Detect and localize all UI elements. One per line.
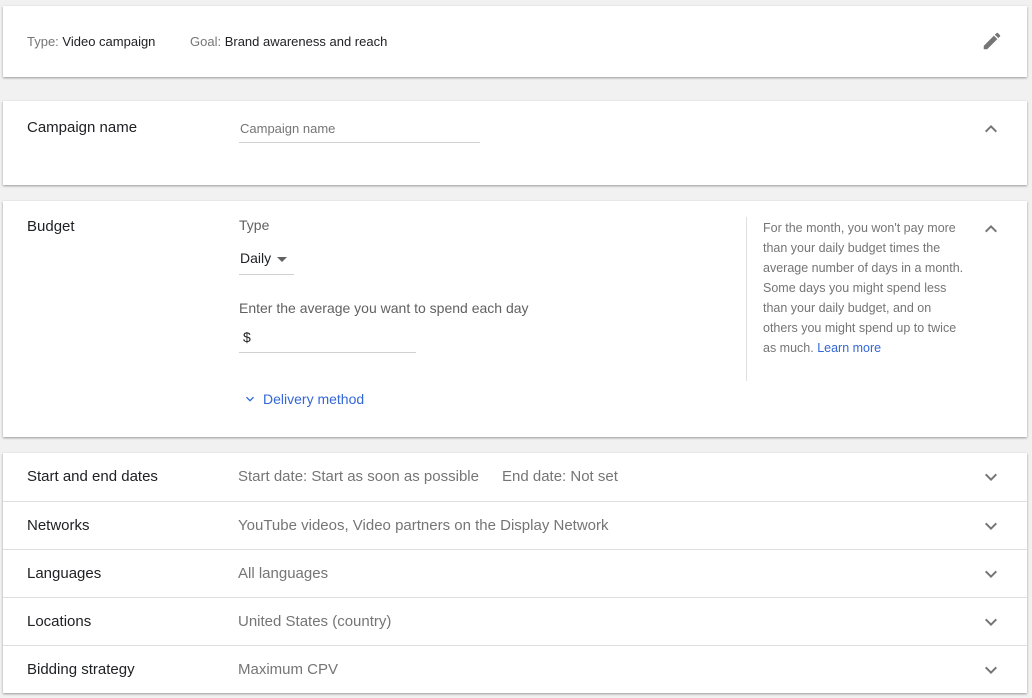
row-title: Start and end dates <box>27 468 158 485</box>
budget-type-selected: Daily <box>240 250 272 266</box>
delivery-method-toggle[interactable]: Delivery method <box>242 391 364 407</box>
daily-budget-field[interactable]: $ <box>239 323 417 353</box>
average-spend-label: Enter the average you want to spend each… <box>239 300 529 316</box>
pencil-icon[interactable] <box>981 30 1003 52</box>
chevron-up-icon[interactable] <box>979 117 1003 141</box>
row-value-secondary: End date: Not set <box>502 468 618 485</box>
row-value: United States (country) <box>238 613 392 630</box>
budget-type-dropdown[interactable]: Daily <box>239 247 294 275</box>
row-title: Languages <box>27 565 102 582</box>
campaign-name-section: Campaign name <box>3 101 1027 185</box>
locations-row[interactable]: Locations United States (country) <box>3 597 1027 645</box>
budget-title: Budget <box>27 218 75 235</box>
campaign-goal-summary: Goal: Brand awareness and reach <box>190 34 387 49</box>
row-title: Locations <box>27 613 92 630</box>
goal-value: Brand awareness and reach <box>224 34 388 49</box>
budget-section: Budget Type Daily Enter the average you … <box>3 201 1027 437</box>
bidding-strategy-row[interactable]: Bidding strategy Maximum CPV <box>3 645 1027 693</box>
delivery-method-label: Delivery method <box>263 391 365 407</box>
languages-row[interactable]: Languages All languages <box>3 549 1027 597</box>
row-title: Bidding strategy <box>27 661 135 678</box>
chevron-down-icon <box>246 396 254 402</box>
campaign-name-input[interactable] <box>239 115 480 143</box>
row-value: Maximum CPV <box>238 661 339 678</box>
chevron-down-icon[interactable] <box>979 514 1003 538</box>
campaign-settings-list: Start and end dates Start date: Start as… <box>3 453 1027 693</box>
currency-symbol: $ <box>243 329 251 345</box>
learn-more-link[interactable]: Learn more <box>817 341 881 355</box>
caret-down-icon <box>277 257 287 262</box>
chevron-down-icon[interactable] <box>979 610 1003 634</box>
daily-budget-input[interactable] <box>255 325 417 351</box>
campaign-name-title: Campaign name <box>27 119 138 136</box>
budget-help-body: For the month, you won't pay more than y… <box>763 221 964 355</box>
budget-type-label: Type <box>239 217 270 233</box>
help-divider <box>746 217 747 381</box>
campaign-type-summary: Type: Video campaign <box>27 34 155 49</box>
chevron-up-icon[interactable] <box>979 217 1003 241</box>
row-value: Start date: Start as soon as possible <box>238 468 479 485</box>
row-value: YouTube videos, Video partners on the Di… <box>238 517 609 534</box>
start-end-dates-row[interactable]: Start and end dates Start date: Start as… <box>3 453 1027 501</box>
type-value: Video campaign <box>62 34 156 49</box>
row-value: All languages <box>238 565 329 582</box>
row-title: Networks <box>27 517 90 534</box>
chevron-down-icon[interactable] <box>979 562 1003 586</box>
campaign-summary-card: Type: Video campaign Goal: Brand awarene… <box>3 6 1027 77</box>
budget-help-text: For the month, you won't pay more than y… <box>763 218 968 358</box>
chevron-down-icon[interactable] <box>979 465 1003 489</box>
chevron-down-icon[interactable] <box>979 658 1003 682</box>
networks-row[interactable]: Networks YouTube videos, Video partners … <box>3 501 1027 549</box>
type-label: Type: <box>27 34 59 49</box>
goal-label: Goal: <box>190 34 222 49</box>
